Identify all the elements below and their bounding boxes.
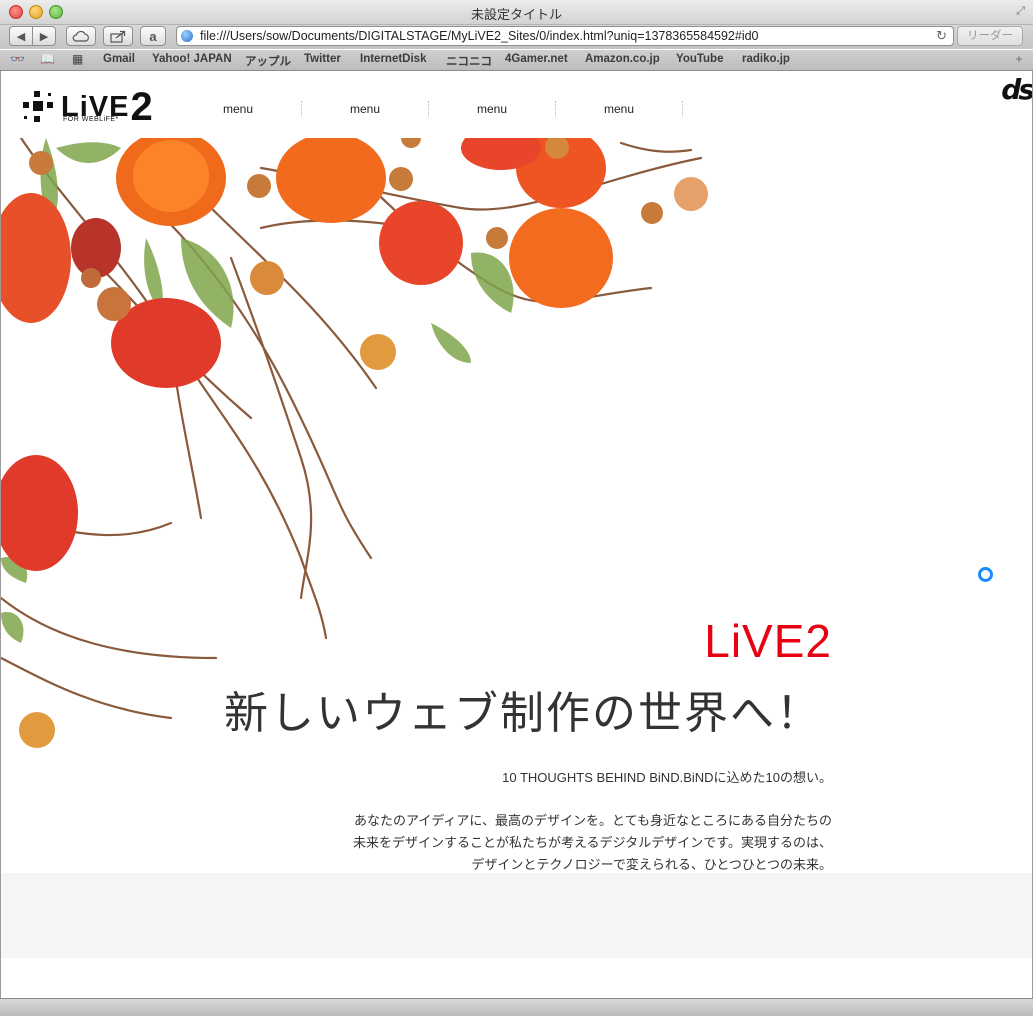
browser-toolbar: ◀ ▶ a file:///Users/sow/Documents/DIGITA…	[0, 25, 1033, 49]
reload-icon[interactable]: ↻	[936, 28, 947, 44]
hero-title: LiVE2	[704, 615, 832, 667]
logo-number: 2	[130, 85, 153, 129]
window-titlebar: 未設定タイトル ⤢	[0, 0, 1033, 25]
back-button[interactable]: ◀	[9, 26, 33, 46]
top-sites-grid-icon[interactable]: ▦	[72, 52, 83, 66]
forward-button[interactable]: ▶	[32, 26, 56, 46]
bookmarks-bar: 👓 📖 ▦ Gmail Yahoo! JAPAN アップル Twitter In…	[0, 50, 1033, 71]
share-icon	[110, 30, 126, 43]
bookmark-item[interactable]: InternetDisk	[360, 53, 426, 65]
bookmark-item[interactable]: radiko.jp	[742, 53, 790, 65]
menu-item[interactable]: menu	[302, 101, 429, 117]
bookmark-item[interactable]: Amazon.co.jp	[585, 53, 660, 65]
web-page: LiVE 2 FOR WEBLiFE* menu menu menu menu …	[1, 71, 1032, 998]
hero-description: あなたのアイディアに、最高のデザインを。とても身近なところにある自分たちの 未来…	[232, 810, 832, 876]
description-line: 未来をデザインすることが私たちが考えるデジタルデザインです。実現するのは、	[352, 835, 832, 850]
bookmark-item[interactable]: アップル	[245, 53, 291, 69]
site-menu: menu menu menu menu	[175, 101, 683, 117]
url-text[interactable]: file:///Users/sow/Documents/DIGITALSTAGE…	[200, 29, 759, 43]
menu-item[interactable]: menu	[175, 101, 302, 117]
bookmark-item[interactable]: YouTube	[676, 53, 723, 65]
digitalstage-logo[interactable]: ds	[1001, 73, 1032, 106]
site-logo[interactable]: LiVE 2 FOR WEBLiFE*	[21, 87, 153, 127]
reader-button[interactable]: リーダー	[957, 26, 1023, 46]
globe-icon	[181, 30, 193, 42]
lantern-branch-illustration	[1, 138, 708, 748]
bookmark-item[interactable]: ニコニコ	[446, 53, 492, 69]
hero-subtitle: 新しいウェブ制作の世界へ！	[224, 688, 822, 739]
bookmark-item[interactable]: Yahoo! JAPAN	[152, 53, 232, 65]
bookmarks-book-icon[interactable]: 📖	[40, 52, 55, 66]
fullscreen-icon[interactable]: ⤢	[1016, 5, 1025, 18]
status-bar	[0, 998, 1033, 1016]
icloud-tabs-button[interactable]	[66, 26, 96, 46]
bookmark-item[interactable]: 4Gamer.net	[505, 53, 568, 65]
share-button[interactable]	[103, 26, 133, 46]
new-tab-plus-button[interactable]: +	[1009, 53, 1029, 66]
description-line: あなたのアイディアに、最高のデザインを。とても身近なところにある自分たちの	[353, 813, 832, 828]
back-arrow-icon: ◀	[16, 30, 26, 43]
amazon-icon: a	[149, 28, 157, 44]
footer-band	[1, 873, 1032, 958]
forward-arrow-icon: ▶	[39, 30, 49, 43]
bookmark-item[interactable]: Twitter	[304, 53, 341, 65]
cloud-icon	[72, 30, 89, 42]
hero-caption: 10 THOUGHTS BEHIND BiND.BiNDに込めた10の想い。	[502, 770, 832, 785]
logo-tagline: FOR WEBLiFE*	[63, 116, 119, 123]
reading-list-icon[interactable]: 👓	[10, 52, 25, 66]
menu-item[interactable]: menu	[556, 101, 683, 117]
amazon-extension-button[interactable]: a	[140, 26, 166, 46]
cursor-indicator	[978, 567, 993, 582]
hero-section: LiVE2 新しいウェブ制作の世界へ！ 10 THOUGHTS BEHIND B…	[1, 138, 1032, 873]
bookmark-item[interactable]: Gmail	[103, 53, 135, 65]
logo-pixel-mark	[21, 90, 55, 124]
address-bar[interactable]: file:///Users/sow/Documents/DIGITALSTAGE…	[176, 26, 954, 46]
window-title: 未設定タイトル	[470, 7, 562, 22]
menu-item[interactable]: menu	[429, 101, 556, 117]
